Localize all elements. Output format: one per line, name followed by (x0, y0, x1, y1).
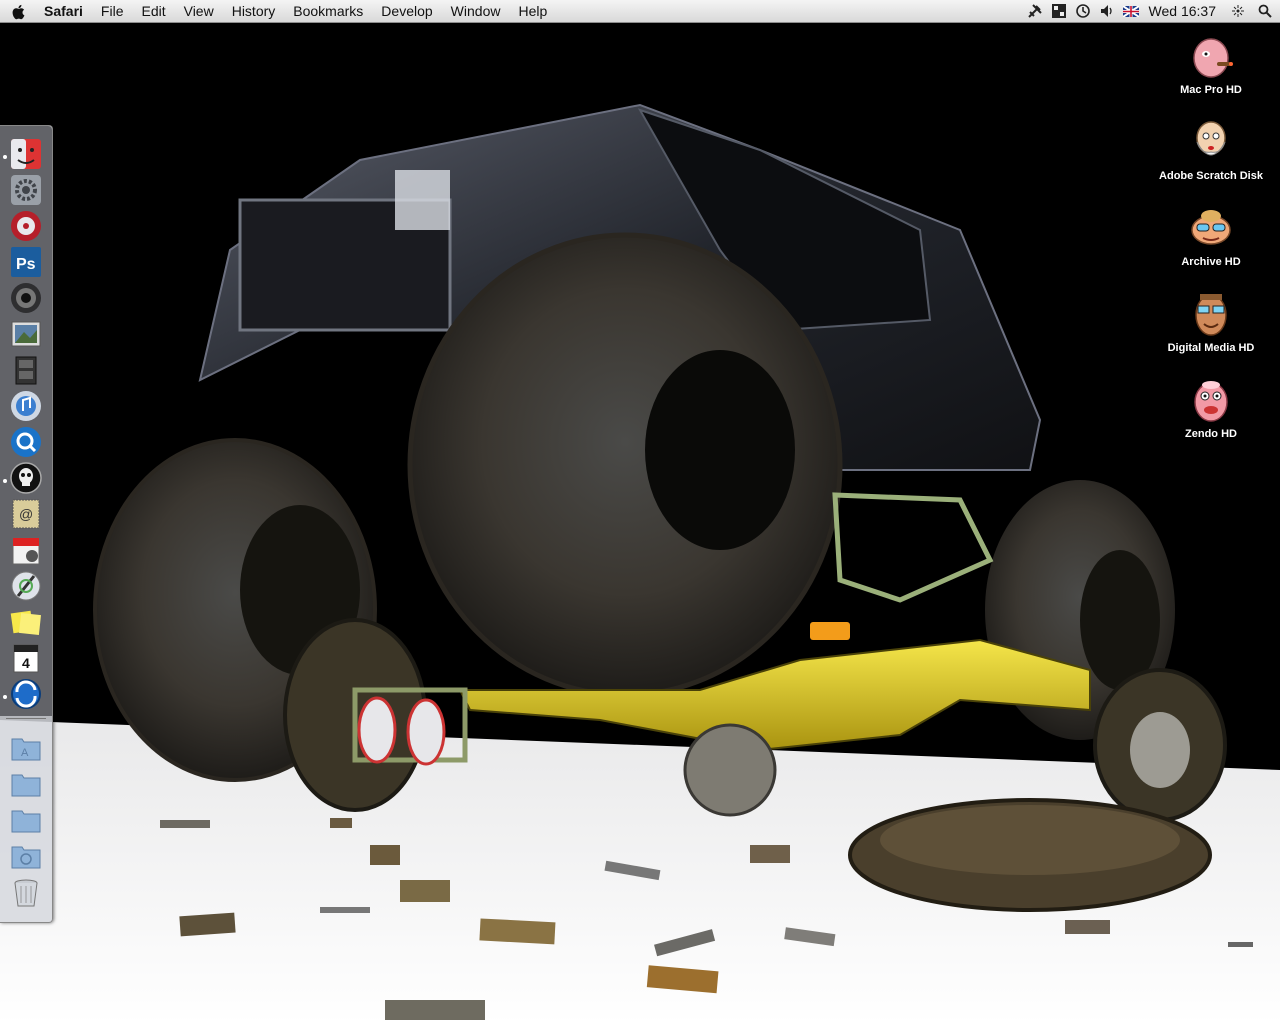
itunes-icon[interactable] (10, 390, 42, 422)
desktop-icon-label: Zendo HD (1185, 428, 1237, 440)
bluetooth-icon[interactable] (1226, 0, 1250, 22)
dock-separator (6, 718, 46, 719)
uk-flag-input-icon[interactable] (1119, 0, 1143, 22)
spotlight-icon[interactable] (1250, 0, 1280, 22)
menu-clock[interactable]: Wed 16:37 (1143, 0, 1226, 22)
stickies-icon[interactable] (10, 606, 42, 638)
desktop-icon-zendo-hd[interactable]: Zendo HD (1151, 376, 1271, 440)
svg-text:A: A (21, 747, 29, 759)
imovie-icon[interactable] (10, 354, 42, 386)
svg-text:4: 4 (22, 655, 30, 671)
menu-edit[interactable]: Edit (132, 0, 174, 22)
dvd-player-icon[interactable] (10, 210, 42, 242)
punisher-skull-icon[interactable] (10, 462, 42, 494)
menu-bar: Safari File Edit View History Bookmarks … (0, 0, 1280, 23)
spaces-icon[interactable] (1047, 0, 1071, 22)
dock: Ps @ 4 A (0, 125, 53, 923)
documents-folder-icon[interactable] (10, 768, 42, 800)
menu-bookmarks[interactable]: Bookmarks (284, 0, 372, 22)
running-indicator (3, 155, 7, 159)
cartoon-head-beard-icon (1187, 118, 1235, 166)
desktop-icon-archive-hd[interactable]: Archive HD (1151, 204, 1271, 268)
menu-view[interactable]: View (175, 0, 223, 22)
finder-icon[interactable] (10, 138, 42, 170)
menu-history[interactable]: History (223, 0, 285, 22)
menu-window[interactable]: Window (442, 0, 510, 22)
menu-develop[interactable]: Develop (372, 0, 441, 22)
mail-stamp-icon[interactable]: @ (10, 498, 42, 530)
downloads-folder-icon[interactable] (10, 804, 42, 836)
safari-sync-icon[interactable] (10, 678, 42, 710)
svg-text:Ps: Ps (16, 256, 36, 273)
photoshop-icon[interactable]: Ps (10, 246, 42, 278)
aperture-icon[interactable] (10, 282, 42, 314)
quicktime-icon[interactable] (10, 426, 42, 458)
cartoon-head-cigar-icon (1187, 32, 1235, 80)
cartoon-head-pink-icon (1187, 376, 1235, 424)
cartoon-head-glasses-icon (1187, 290, 1235, 338)
applications-folder-icon[interactable]: A (10, 732, 42, 764)
trash-icon[interactable] (10, 876, 42, 908)
time-machine-icon[interactable] (1071, 0, 1095, 22)
running-indicator (3, 695, 7, 699)
tools-icon[interactable] (1023, 0, 1047, 22)
ical-icon[interactable] (10, 534, 42, 566)
desktop-icon-label: Adobe Scratch Disk (1159, 170, 1263, 182)
volume-icon[interactable] (1095, 0, 1119, 22)
apple-logo-icon[interactable] (0, 2, 38, 19)
script-editor-icon[interactable] (10, 570, 42, 602)
menu-app-safari[interactable]: Safari (38, 0, 92, 22)
desktop-icon-label: Mac Pro HD (1180, 84, 1242, 96)
menu-file[interactable]: File (92, 0, 133, 22)
calendar-4-icon[interactable]: 4 (10, 642, 42, 674)
menu-help[interactable]: Help (509, 0, 556, 22)
cartoon-head-sunglasses-icon (1187, 204, 1235, 252)
desktop-wallpaper (0, 0, 1280, 1024)
desktop-icon-label: Digital Media HD (1167, 342, 1255, 354)
desktop-icon-mac-pro-hd[interactable]: Mac Pro HD (1151, 32, 1271, 96)
desktop-icon-label: Archive HD (1181, 256, 1241, 268)
system-preferences-icon[interactable] (10, 174, 42, 206)
desktop-icon-digital-media-hd[interactable]: Digital Media HD (1151, 290, 1271, 354)
svg-text:@: @ (19, 506, 33, 522)
desktop-icon-adobe-scratch-disk[interactable]: Adobe Scratch Disk (1151, 118, 1271, 182)
preview-icon[interactable] (10, 318, 42, 350)
running-indicator (3, 479, 7, 483)
web-folder-icon[interactable] (10, 840, 42, 872)
